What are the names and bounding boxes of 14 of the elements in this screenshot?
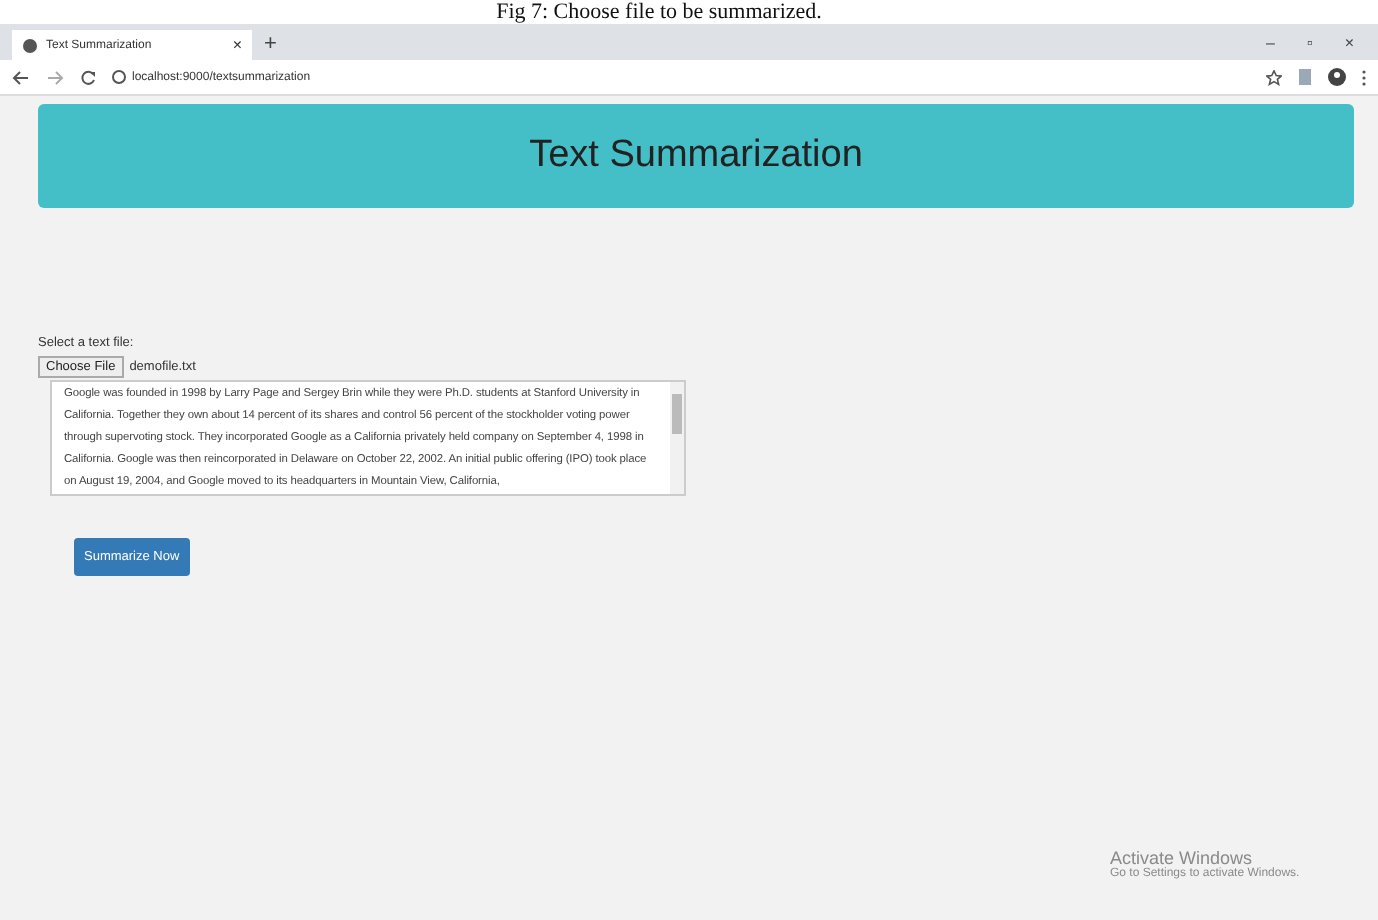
close-tab-button[interactable]: × — [232, 36, 242, 54]
scrollbar[interactable] — [670, 382, 684, 494]
window-control[interactable]: × — [1344, 33, 1354, 51]
page-title: Text Summarization — [529, 134, 863, 178]
info-icon — [112, 70, 126, 84]
new-tab-button[interactable]: + — [264, 32, 277, 56]
star-icon[interactable] — [1266, 69, 1282, 85]
activation-title: Activate Windows — [1110, 848, 1253, 868]
back-icon[interactable] — [12, 69, 30, 85]
window-control[interactable]: ▫ — [1306, 33, 1313, 51]
window-control[interactable]: – — [1266, 33, 1275, 51]
reload-icon[interactable] — [80, 69, 96, 85]
profile-icon[interactable] — [1328, 68, 1346, 86]
figure-caption: Fig 7: Choose file to be summarized. — [496, 0, 822, 24]
